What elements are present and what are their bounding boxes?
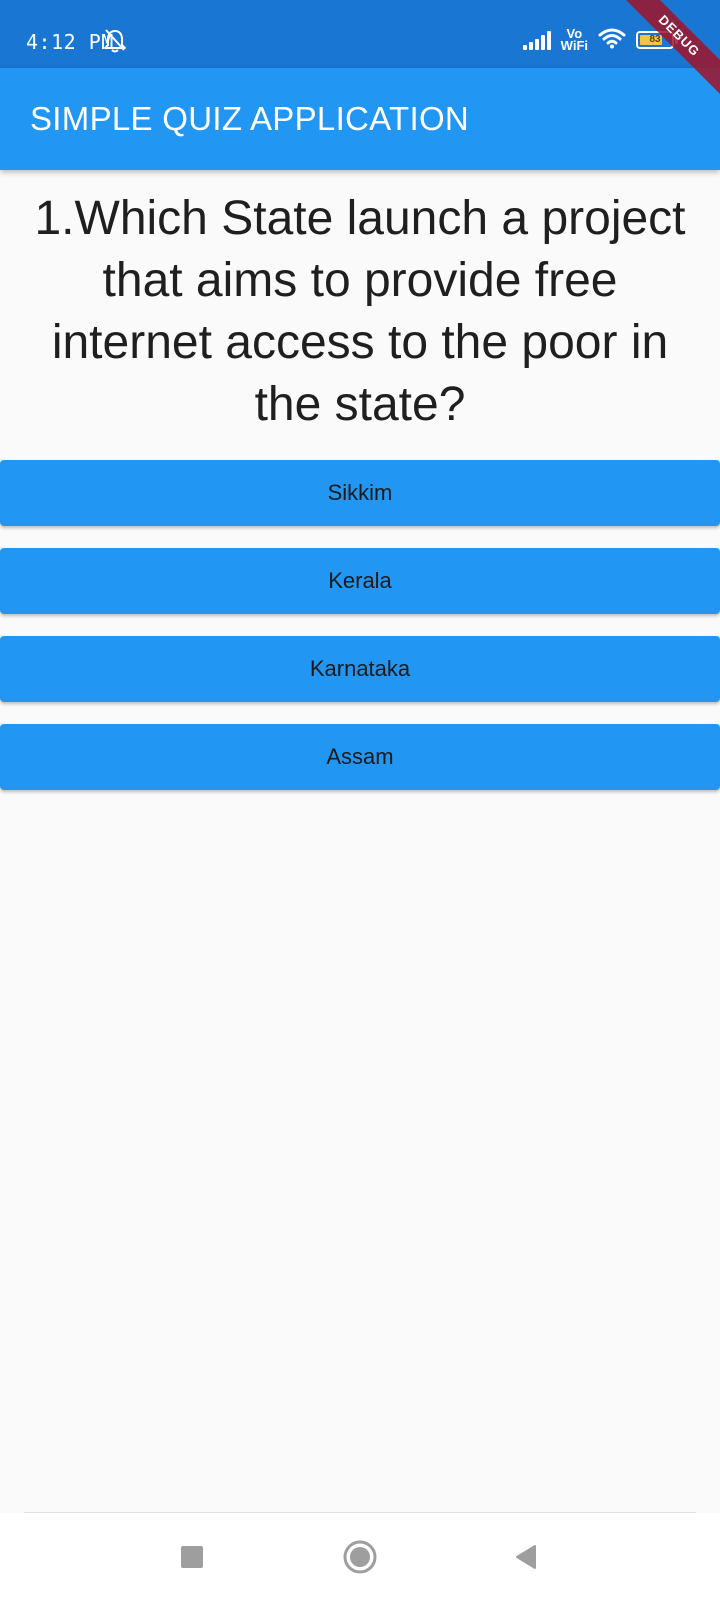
- vowifi-bottom: WiFi: [560, 38, 588, 53]
- recents-button[interactable]: [164, 1529, 220, 1585]
- answer-button-kerala[interactable]: Kerala: [0, 548, 720, 614]
- answer-list: Sikkim Kerala Karnataka Assam: [0, 460, 720, 812]
- bell-off-icon: [103, 28, 127, 54]
- app-title: SIMPLE QUIZ APPLICATION: [30, 100, 470, 137]
- status-icons: Vo WiFi 83: [522, 24, 678, 56]
- answer-button-sikkim[interactable]: Sikkim: [0, 460, 720, 526]
- signal-icon: [522, 30, 551, 50]
- answer-button-assam[interactable]: Assam: [0, 724, 720, 790]
- wifi-icon: [598, 27, 626, 54]
- home-button[interactable]: [332, 1529, 388, 1585]
- back-icon: [516, 1545, 536, 1569]
- status-time: 4:12 PM: [26, 30, 114, 54]
- status-bar: 4:12 PM Vo WiFi 83: [0, 0, 720, 68]
- back-button[interactable]: [498, 1529, 554, 1585]
- home-icon: [343, 1540, 377, 1574]
- quiz-question: 1.Which State launch a project that aims…: [34, 192, 686, 431]
- answer-button-karnataka[interactable]: Karnataka: [0, 636, 720, 702]
- system-nav-bar: [0, 1513, 720, 1600]
- app-bar: SIMPLE QUIZ APPLICATION: [0, 68, 720, 170]
- recents-icon: [181, 1546, 203, 1568]
- vowifi-label: Vo WiFi: [560, 27, 588, 53]
